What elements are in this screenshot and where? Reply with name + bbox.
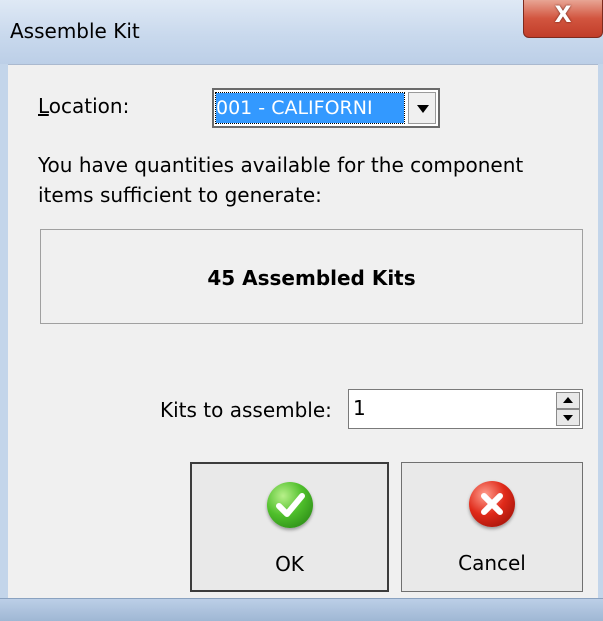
location-select-value: 001 - CALIFORNI — [215, 92, 405, 124]
window-frame-left — [0, 64, 8, 620]
cancel-button-label: Cancel — [458, 551, 526, 575]
ok-button-label: OK — [275, 552, 304, 576]
cancel-button[interactable]: Cancel — [401, 462, 583, 592]
x-icon — [469, 481, 515, 527]
chevron-down-icon[interactable] — [408, 92, 436, 124]
ok-button[interactable]: OK — [190, 462, 389, 592]
location-label: Location: — [38, 94, 129, 118]
window-title: Assemble Kit — [10, 19, 140, 43]
assembled-kits-panel: 45 Assembled Kits — [40, 229, 583, 324]
location-label-accelerator: L — [38, 94, 49, 118]
stepper-buttons — [556, 392, 580, 426]
window-frame-bottom — [0, 598, 603, 621]
stepper-up-icon[interactable] — [556, 392, 580, 409]
assembled-kits-count: 45 Assembled Kits — [207, 266, 416, 290]
stepper-down-icon[interactable] — [556, 409, 580, 426]
title-bar[interactable]: Assemble Kit X — [0, 0, 603, 65]
kits-to-assemble-value[interactable]: 1 — [353, 396, 366, 420]
close-icon: X — [554, 3, 572, 28]
kits-to-assemble-label: Kits to assemble: — [160, 398, 332, 422]
check-icon — [266, 482, 313, 528]
kits-to-assemble-stepper[interactable]: 1 — [348, 389, 583, 429]
location-label-rest: ocation: — [48, 94, 130, 118]
location-select[interactable]: 001 - CALIFORNI — [212, 88, 440, 128]
close-button[interactable]: X — [523, 0, 603, 38]
window-frame-right — [598, 64, 603, 620]
assemble-kit-dialog: Assemble Kit X Location: 001 - CALIFORNI… — [0, 0, 603, 621]
availability-message: You have quantities available for the co… — [38, 153, 524, 207]
